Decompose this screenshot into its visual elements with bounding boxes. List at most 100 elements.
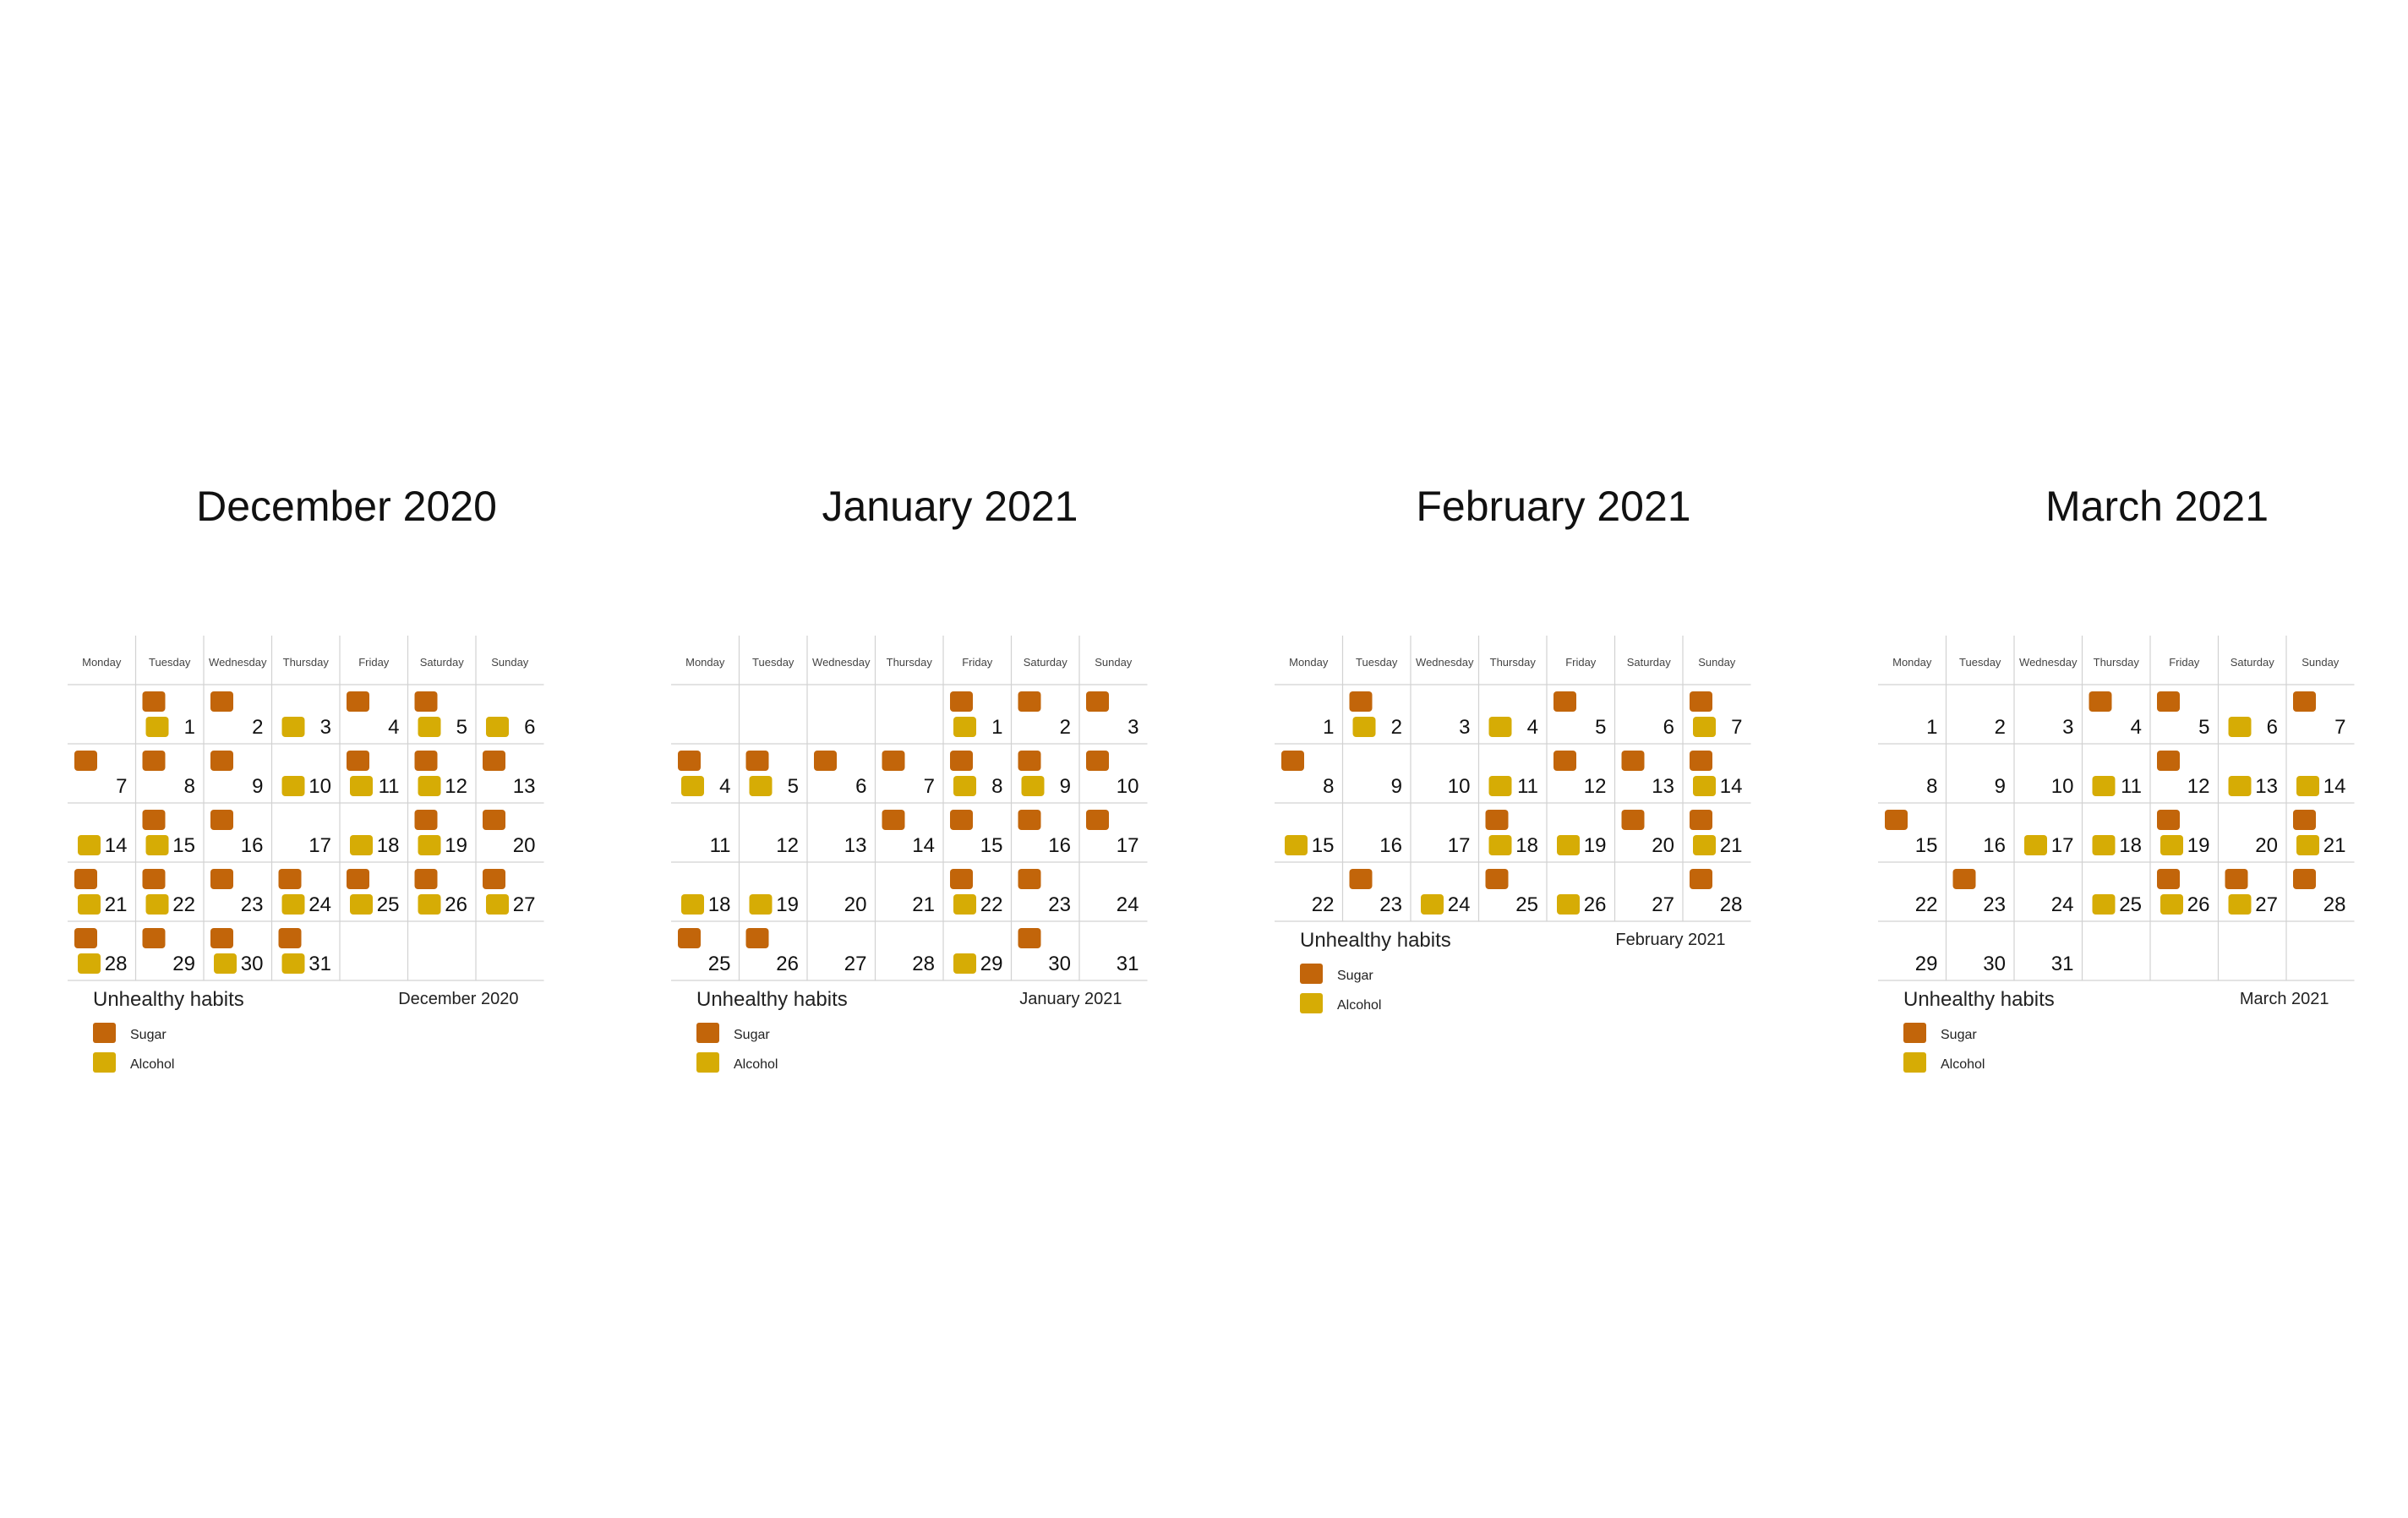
weekday-label: Tuesday bbox=[1959, 656, 2001, 669]
alcohol-mark bbox=[2092, 776, 2116, 796]
alcohol-mark bbox=[418, 894, 441, 915]
day-number: 23 bbox=[1048, 893, 1071, 916]
sugar-mark bbox=[1086, 810, 1109, 830]
alcohol-mark bbox=[953, 776, 976, 796]
legend-title: Unhealthy habits bbox=[1300, 929, 1451, 952]
day-number: 26 bbox=[1584, 893, 1607, 916]
weekday-label: Sunday bbox=[1095, 656, 1133, 669]
day-number: 20 bbox=[513, 834, 536, 857]
alcohol-mark bbox=[749, 776, 773, 796]
day-number: 14 bbox=[912, 834, 935, 857]
sugar-mark bbox=[414, 751, 438, 771]
alcohol-mark bbox=[145, 835, 169, 855]
day-number: 5 bbox=[1595, 716, 1606, 739]
alcohol-mark bbox=[2092, 894, 2116, 915]
day-number: 22 bbox=[980, 893, 1003, 916]
day-number: 14 bbox=[105, 834, 128, 857]
legend-swatch bbox=[93, 1052, 116, 1073]
day-number: 19 bbox=[2187, 834, 2210, 857]
day-number: 31 bbox=[1117, 953, 1139, 975]
weekday-label: Tuesday bbox=[149, 656, 191, 669]
day-number: 7 bbox=[924, 775, 935, 798]
weekday-label: Thursday bbox=[2094, 656, 2140, 669]
day-number: 18 bbox=[1515, 834, 1538, 857]
alcohol-mark bbox=[486, 717, 509, 737]
sugar-mark bbox=[678, 751, 701, 771]
day-number: 11 bbox=[710, 834, 731, 857]
weekday-label: Saturday bbox=[2231, 656, 2275, 669]
alcohol-mark bbox=[953, 717, 976, 737]
alcohol-mark bbox=[953, 894, 976, 915]
sugar-mark bbox=[2157, 751, 2180, 771]
sugar-mark bbox=[74, 869, 97, 889]
day-number: 17 bbox=[309, 834, 331, 857]
day-number: 13 bbox=[513, 775, 536, 798]
sugar-mark bbox=[210, 751, 233, 771]
weekday-label: Sunday bbox=[1698, 656, 1736, 669]
sugar-mark bbox=[2157, 810, 2180, 830]
sugar-mark bbox=[210, 928, 233, 948]
weekday-label: Wednesday bbox=[2019, 656, 2078, 669]
chart-caption: January 2021 bbox=[1019, 990, 1122, 1008]
alcohol-mark bbox=[214, 953, 237, 974]
legend-swatch bbox=[696, 1023, 719, 1043]
day-number: 28 bbox=[1720, 893, 1743, 916]
sugar-mark bbox=[2157, 869, 2180, 889]
alcohol-mark bbox=[1421, 894, 1444, 915]
day-number: 6 bbox=[1663, 716, 1674, 739]
day-number: 10 bbox=[2051, 775, 2074, 798]
day-number: 24 bbox=[309, 893, 331, 916]
day-number: 16 bbox=[1983, 834, 2006, 857]
sugar-mark bbox=[950, 691, 973, 712]
chart-caption: February 2021 bbox=[1615, 931, 1725, 949]
weekday-label: Friday bbox=[358, 656, 390, 669]
legend-swatch bbox=[93, 1023, 116, 1043]
alcohol-mark bbox=[281, 894, 305, 915]
day-number: 4 bbox=[388, 716, 399, 739]
day-number: 12 bbox=[2187, 775, 2210, 798]
chart-caption: December 2020 bbox=[398, 990, 518, 1008]
day-number: 11 bbox=[1517, 775, 1538, 798]
day-number: 2 bbox=[1060, 716, 1071, 739]
sugar-mark bbox=[1690, 691, 1712, 712]
weekday-label: Friday bbox=[1565, 656, 1597, 669]
day-number: 23 bbox=[1983, 893, 2006, 916]
day-number: 30 bbox=[1048, 953, 1071, 975]
day-number: 21 bbox=[912, 893, 935, 916]
day-number: 8 bbox=[184, 775, 195, 798]
alcohol-mark bbox=[145, 894, 169, 915]
day-number: 20 bbox=[2255, 834, 2278, 857]
day-number: 22 bbox=[1312, 893, 1335, 916]
day-number: 3 bbox=[1459, 716, 1470, 739]
alcohol-mark bbox=[2092, 835, 2116, 855]
alcohol-mark bbox=[145, 717, 169, 737]
day-number: 7 bbox=[2334, 716, 2345, 739]
day-number: 16 bbox=[241, 834, 264, 857]
day-number: 13 bbox=[844, 834, 867, 857]
day-number: 23 bbox=[241, 893, 264, 916]
alcohol-mark bbox=[2160, 835, 2183, 855]
day-number: 8 bbox=[1926, 775, 1937, 798]
calendar-figure: December 2020 Monday Tuesday Wednesday Thur… bbox=[0, 0, 2408, 1518]
weekday-label: Saturday bbox=[420, 656, 465, 669]
sugar-mark bbox=[814, 751, 837, 771]
sugar-mark bbox=[1952, 869, 1976, 889]
day-number: 5 bbox=[2198, 716, 2209, 739]
day-number: 29 bbox=[1915, 953, 1938, 975]
sugar-mark bbox=[2293, 691, 2316, 712]
day-number: 23 bbox=[1379, 893, 1402, 916]
day-number: 24 bbox=[1448, 893, 1471, 916]
sugar-mark bbox=[950, 751, 973, 771]
alcohol-mark bbox=[1557, 894, 1580, 915]
sugar-mark bbox=[142, 751, 166, 771]
sugar-mark bbox=[1018, 869, 1041, 889]
day-number: 29 bbox=[172, 953, 195, 975]
sugar-mark bbox=[1553, 751, 1576, 771]
sugar-mark bbox=[414, 691, 438, 712]
legend-label: Sugar bbox=[734, 1028, 770, 1042]
day-number: 28 bbox=[2323, 893, 2346, 916]
weekday-label: Friday bbox=[962, 656, 993, 669]
day-number: 22 bbox=[172, 893, 195, 916]
day-number: 19 bbox=[445, 834, 467, 857]
day-number: 10 bbox=[1448, 775, 1471, 798]
